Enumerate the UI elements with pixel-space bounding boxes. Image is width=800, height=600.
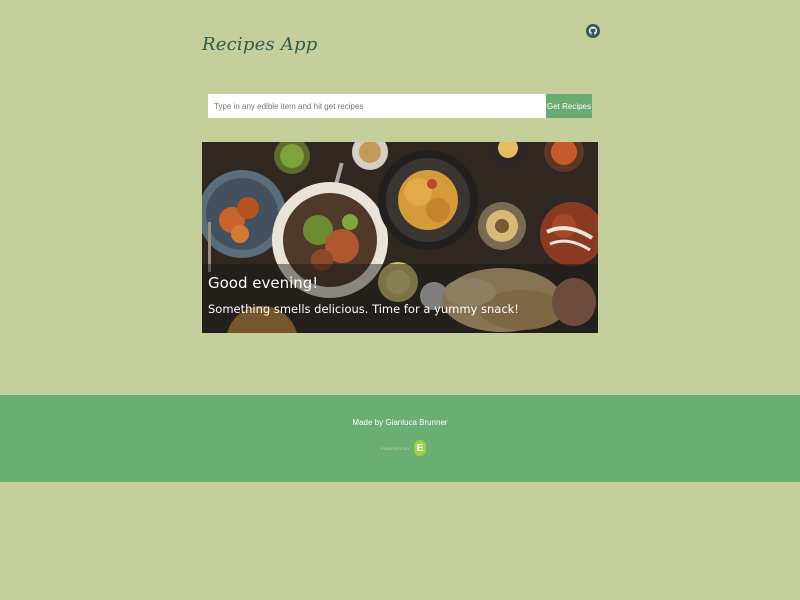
page: Recipes App Get Recipes bbox=[0, 0, 800, 600]
footer: Made by Gianluca Brunner POWERED BY E bbox=[0, 395, 800, 482]
app-title[interactable]: Recipes App bbox=[202, 34, 317, 55]
powered-by-edamam[interactable]: POWERED BY E bbox=[381, 440, 427, 456]
footer-credit: Made by Gianluca Brunner bbox=[352, 418, 448, 427]
hero-greeting: Good evening! bbox=[208, 274, 319, 292]
github-icon[interactable] bbox=[586, 24, 600, 38]
github-icon-glyph bbox=[586, 24, 600, 38]
hero-banner: Good evening! Something smells delicious… bbox=[202, 142, 598, 333]
search-input[interactable] bbox=[208, 94, 546, 118]
powered-by-text: POWERED BY bbox=[381, 445, 411, 451]
get-recipes-button[interactable]: Get Recipes bbox=[546, 94, 592, 118]
edamam-logo-icon: E bbox=[414, 440, 427, 456]
search-bar: Get Recipes bbox=[208, 94, 592, 118]
hero-message: Something smells delicious. Time for a y… bbox=[208, 302, 519, 316]
